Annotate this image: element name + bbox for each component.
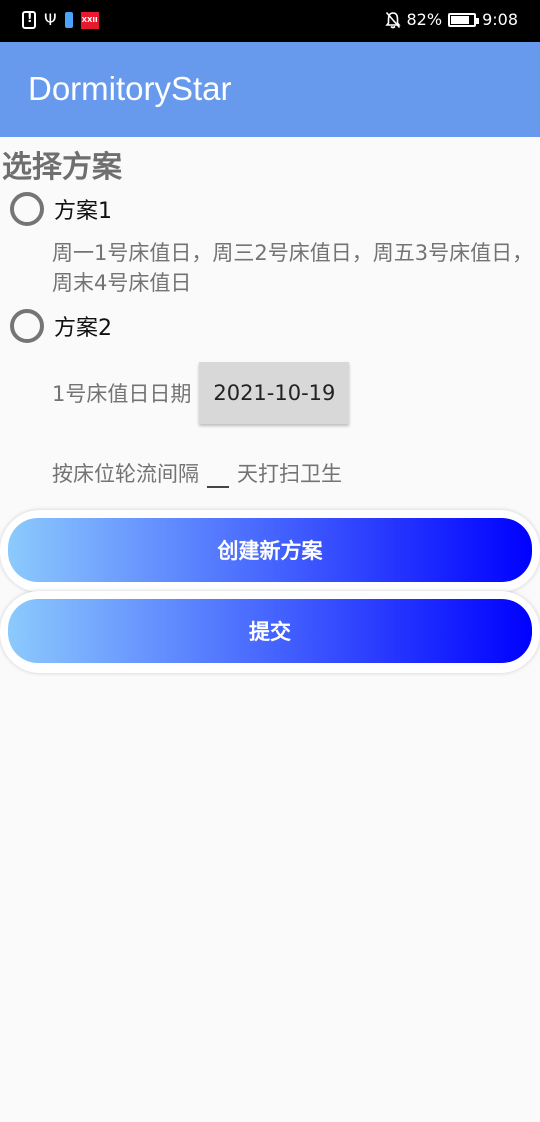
plan2-radio-row[interactable]: 方案2 — [10, 309, 112, 343]
interval-prefix: 按床位轮流间隔 — [52, 462, 199, 486]
create-plan-button[interactable]: 创建新方案 — [8, 518, 532, 582]
plan1-radio-button[interactable] — [10, 192, 44, 226]
plan1-label[interactable]: 方案1 — [54, 193, 112, 225]
battery-icon — [448, 12, 480, 27]
app-bar: DormitoryStar — [0, 42, 540, 137]
battery-saver-icon — [64, 12, 73, 28]
status-bar-right: 82% 9:08 — [384, 10, 518, 29]
create-button-container: 创建新方案 — [0, 510, 540, 592]
status-bar: Ψ XXII 82% 9:08 — [0, 0, 540, 42]
plan2-label[interactable]: 方案2 — [54, 310, 112, 342]
interval-suffix: 天打扫卫生 — [237, 462, 342, 486]
section-title: 选择方案 — [2, 150, 122, 185]
plan1-description: 周一1号床值日，周三2号床值日，周五3号床值日，周末4号床值日 — [52, 241, 534, 295]
plan1-radio-row[interactable]: 方案1 — [10, 192, 112, 226]
date-row: 1号床值日日期 2021-10-19 — [52, 362, 350, 424]
interval-row: 按床位轮流间隔 天打扫卫生 — [52, 458, 342, 488]
submit-button[interactable]: 提交 — [8, 599, 532, 663]
bell-off-icon — [384, 11, 401, 29]
submit-label[interactable]: 提交 — [249, 616, 291, 646]
app-title: DormitoryStar — [28, 70, 232, 107]
plan2-radio-button[interactable] — [10, 309, 44, 343]
app-badge-icon: XXII — [80, 11, 99, 29]
alert-icon — [22, 11, 36, 29]
create-plan-label[interactable]: 创建新方案 — [218, 535, 323, 565]
interval-input[interactable] — [207, 458, 229, 488]
date-picker-button[interactable]: 2021-10-19 — [199, 362, 350, 424]
date-label: 1号床值日日期 — [52, 382, 192, 406]
submit-button-container: 提交 — [0, 591, 540, 673]
date-value[interactable]: 2021-10-19 — [213, 381, 335, 405]
usb-icon: Ψ — [44, 10, 57, 29]
battery-percent: 82% — [406, 10, 443, 29]
status-bar-left-icons: Ψ XXII — [22, 11, 99, 29]
clock: 9:08 — [482, 10, 518, 29]
battery-fill — [451, 15, 470, 24]
